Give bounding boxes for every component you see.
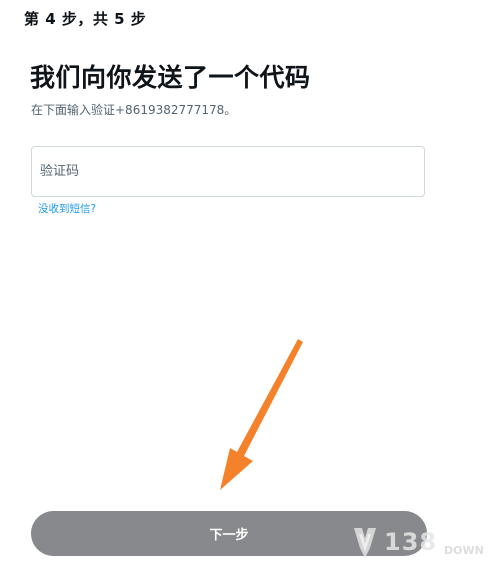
page-title: 我们向你发送了一个代码 (30, 63, 311, 92)
page-subtitle: 在下面输入验证+8619382777178。 (31, 103, 237, 117)
step-indicator: 第 4 步，共 5 步 (24, 10, 147, 28)
verification-page: 第 4 步，共 5 步 我们向你发送了一个代码 在下面输入验证+86193827… (0, 0, 494, 563)
watermark: 138 DOWN (348, 522, 494, 563)
watermark-text: 138 (384, 528, 438, 556)
watermark-suffix: DOWN (444, 544, 484, 557)
watermark-logo-icon (354, 528, 376, 558)
verification-code-input[interactable] (40, 147, 416, 196)
verification-code-field[interactable] (31, 146, 425, 197)
no-sms-link[interactable]: 没收到短信? (38, 201, 96, 216)
